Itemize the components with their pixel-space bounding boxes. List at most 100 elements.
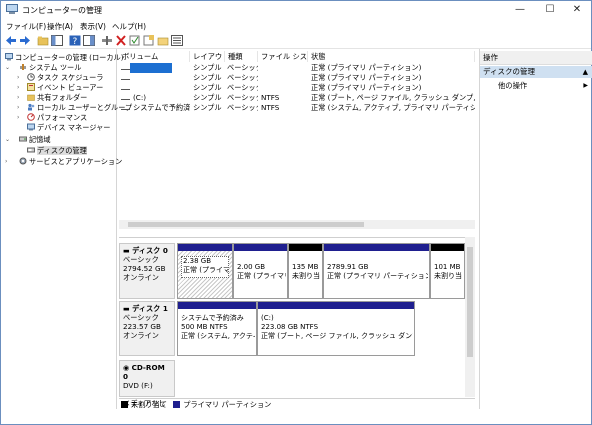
- disk-0-label[interactable]: ▬ ディスク 0 ベーシック 2794.52 GB オンライン: [119, 243, 175, 299]
- properties-check-icon[interactable]: [129, 35, 141, 46]
- tree-item-task-scheduler[interactable]: › タスク スケジューラ: [17, 73, 103, 83]
- scrollbar-thumb[interactable]: [128, 222, 364, 227]
- column-header-layout[interactable]: レイアウト: [190, 51, 225, 62]
- tree-item-computer-management[interactable]: コンピューターの管理 (ローカル): [5, 53, 124, 63]
- unallocated-bar: [431, 244, 464, 251]
- expand-chevron-icon[interactable]: ›: [17, 83, 19, 93]
- list-view-icon[interactable]: [171, 35, 183, 46]
- collapse-triangle-icon[interactable]: ▲: [583, 66, 588, 78]
- expand-chevron-icon[interactable]: ›: [17, 113, 19, 123]
- expand-chevron-icon[interactable]: ›: [5, 157, 7, 167]
- primary-partition-bar: [178, 302, 256, 309]
- toolbar: ?: [1, 33, 591, 49]
- disk-view-vertical-scrollbar[interactable]: [465, 237, 475, 397]
- expand-chevron-icon[interactable]: ›: [17, 103, 19, 113]
- disk-name: ディスク 1: [132, 304, 168, 313]
- volume-drive-icon: [121, 85, 130, 90]
- column-header-volume[interactable]: ボリューム: [119, 51, 190, 62]
- volume-list-horizontal-scrollbar[interactable]: [119, 220, 475, 229]
- volume-name-selected[interactable]: [130, 63, 172, 73]
- volume-status: 正常 (プライマリ パーティション): [311, 63, 422, 72]
- computer-icon: [5, 53, 13, 61]
- partition-disk0-unallocated-2[interactable]: 101 MB 未割り当: [430, 243, 465, 299]
- volume-name: システムで予約済み: [133, 103, 190, 112]
- computer-management-window: コンピューターの管理 — ☐ ✕ ファイル(F) 操作(A) 表示(V) ヘルプ…: [0, 0, 592, 425]
- volume-type: ベーシック: [227, 93, 258, 102]
- tree-item-label: コンピューターの管理 (ローカル): [15, 53, 124, 62]
- back-arrow-icon[interactable]: [5, 35, 17, 46]
- close-button[interactable]: ✕: [563, 1, 591, 19]
- partition-status: 未割り当: [434, 272, 462, 280]
- tree-item-label: ディスクの管理: [37, 146, 87, 155]
- storage-icon: [19, 136, 27, 142]
- disk-1-label[interactable]: ▬ ディスク 1 ベーシック 223.57 GB オンライン: [119, 301, 175, 356]
- tree-item-system-tools[interactable]: ⌄ システム ツール: [5, 63, 82, 73]
- collapse-chevron-icon[interactable]: ⌄: [5, 135, 10, 145]
- tree-item-performance[interactable]: › パフォーマンス: [17, 113, 87, 123]
- volume-row[interactable]: (C:) シンプル ベーシック NTFS 正常 (ブート, ページ ファイル, …: [119, 93, 475, 103]
- help-icon[interactable]: ?: [69, 35, 81, 46]
- column-header-type[interactable]: 種類: [225, 51, 258, 62]
- show-action-pane-icon[interactable]: [83, 35, 95, 46]
- menu-action[interactable]: 操作(A): [47, 21, 73, 32]
- partition-disk0-2[interactable]: 2.00 GB 正常 (プライマリ: [233, 243, 288, 299]
- volume-fs: NTFS: [261, 93, 280, 102]
- folder-open-icon[interactable]: [157, 35, 169, 46]
- actions-disk-management[interactable]: ディスクの管理 ▲: [480, 66, 592, 78]
- volume-row[interactable]: シンプル ベーシック 正常 (プライマリ パーティション): [119, 63, 475, 73]
- title-bar: コンピューターの管理 — ☐ ✕: [1, 1, 591, 19]
- tree-item-local-users-groups[interactable]: › ローカル ユーザーとグループ: [17, 103, 132, 113]
- menu-file[interactable]: ファイル(F): [6, 21, 46, 32]
- partition-size: 2.00 GB: [237, 263, 266, 271]
- volume-layout: シンプル: [193, 73, 222, 82]
- scrollbar-thumb[interactable]: [467, 247, 473, 357]
- partition-c-drive[interactable]: (C:) 223.08 GB NTFS 正常 (ブート, ページ ファイル, ク…: [257, 301, 415, 356]
- delete-icon[interactable]: [115, 35, 127, 46]
- tree-item-shared-folders[interactable]: › 共有フォルダー: [17, 93, 87, 103]
- up-folder-icon[interactable]: [37, 35, 49, 46]
- expand-chevron-icon[interactable]: ›: [17, 73, 19, 83]
- column-header-status[interactable]: 状態: [308, 51, 475, 62]
- volume-list: ボリューム レイアウト 種類 ファイル システム 状態 シンプル ベーシック 正…: [119, 51, 475, 219]
- volume-status: 正常 (ブート, ページ ファイル, クラッシュ ダンプ, プライマリ パ: [311, 93, 475, 102]
- minimize-button[interactable]: —: [506, 1, 534, 19]
- partition-disk0-unallocated-1[interactable]: 135 MB 未割り当: [288, 243, 323, 299]
- tree-item-device-manager[interactable]: デバイス マネージャー: [27, 123, 110, 133]
- tree-item-label: システム ツール: [29, 63, 82, 72]
- tree-item-storage[interactable]: ⌄ 記憶域: [5, 135, 51, 145]
- disk-icon: ▬: [123, 246, 133, 255]
- partition-disk0-3[interactable]: 2789.91 GB 正常 (プライマリ パーティション): [323, 243, 430, 299]
- actions-more-actions[interactable]: 他の操作 ▶: [498, 81, 588, 91]
- volume-row[interactable]: シンプル ベーシック 正常 (プライマリ パーティション): [119, 83, 475, 93]
- forward-arrow-icon[interactable]: [19, 35, 31, 46]
- volume-status: 正常 (システム, アクティブ, プライマリ パーティション): [311, 103, 475, 112]
- menu-view[interactable]: 表示(V): [80, 21, 106, 32]
- expand-chevron-icon[interactable]: ›: [17, 93, 19, 103]
- volume-row[interactable]: システムで予約済み シンプル ベーシック NTFS 正常 (システム, アクティ…: [119, 103, 475, 113]
- connect-icon[interactable]: [101, 35, 113, 46]
- tree-item-disk-management[interactable]: ディスクの管理: [27, 146, 87, 156]
- partition-size: 135 MB: [292, 263, 319, 271]
- new-volume-icon[interactable]: [143, 35, 155, 46]
- menu-help[interactable]: ヘルプ(H): [112, 21, 146, 32]
- console-tree-icon[interactable]: [51, 35, 63, 46]
- primary-partition-bar: [178, 244, 232, 251]
- tree-item-event-viewer[interactable]: › イベント ビューアー: [17, 83, 103, 93]
- tree-item-services-applications[interactable]: › サービスとアプリケーション: [5, 157, 122, 167]
- primary-partition-bar: [234, 244, 287, 251]
- partition-size: 2.38 GB: [183, 257, 212, 265]
- device-manager-icon: [27, 123, 35, 131]
- volume-layout: シンプル: [193, 63, 222, 72]
- cdrom-0-label[interactable]: ◉ CD-ROM 0 DVD (F:) メディアなし: [119, 360, 175, 408]
- volume-row[interactable]: シンプル ベーシック 正常 (プライマリ パーティション): [119, 73, 475, 83]
- partition-size: 2789.91 GB: [327, 263, 369, 271]
- column-header-filesystem[interactable]: ファイル システム: [258, 51, 308, 62]
- menu-bar: ファイル(F) 操作(A) 表示(V) ヘルプ(H): [1, 19, 591, 33]
- maximize-button[interactable]: ☐: [536, 1, 564, 19]
- partition-disk0-1[interactable]: 2.38 GB 正常 (プライマリ: [177, 243, 233, 299]
- volume-fs: NTFS: [261, 103, 280, 112]
- collapse-chevron-icon[interactable]: ⌄: [5, 63, 10, 73]
- partition-size: 500 MB NTFS: [181, 323, 228, 331]
- partition-system-reserved[interactable]: システムで予約済み 500 MB NTFS 正常 (システム, アクティブ: [177, 301, 257, 356]
- partition-info: 2789.91 GB 正常 (プライマリ パーティション): [327, 263, 428, 281]
